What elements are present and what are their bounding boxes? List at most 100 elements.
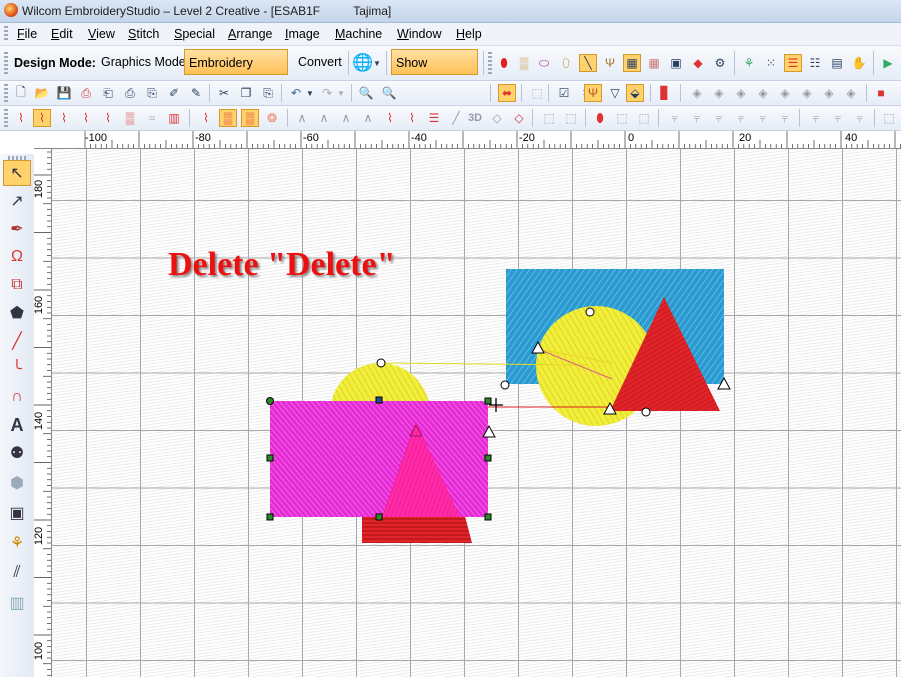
break-icon[interactable]: ◈ (776, 84, 794, 102)
checkbox-icon[interactable]: ☑ (555, 84, 573, 102)
grid-icon[interactable]: ▦ (623, 54, 641, 72)
select-node-icon[interactable]: ⬚ (540, 109, 558, 127)
outline-oval-icon[interactable]: ⬭ (535, 54, 553, 72)
run-icon[interactable]: ⌇ (197, 109, 215, 127)
line-icon[interactable]: ╱ (3, 328, 31, 354)
toolbar-grip[interactable] (4, 84, 8, 102)
more-icon[interactable]: ⬚ (880, 109, 898, 127)
zoom-icon[interactable]: 🔍 (380, 84, 398, 102)
weld-icon[interactable]: ◈ (688, 84, 706, 102)
redo-icon[interactable]: ↷ (318, 84, 336, 102)
frame-icon[interactable]: ▣ (3, 500, 31, 526)
menu-grip[interactable] (4, 26, 8, 42)
monogram-icon[interactable]: ⬢ (3, 470, 31, 496)
toolbar-grip[interactable] (488, 52, 492, 74)
copy-stitch-icon[interactable]: ⬚ (635, 109, 653, 127)
show-graphics-button[interactable]: Show Graphics (391, 49, 478, 96)
fill-select-icon[interactable]: ⌇ (33, 109, 51, 127)
intersect-icon[interactable]: ◈ (732, 84, 750, 102)
machine-icon[interactable]: ⚙ (711, 54, 729, 72)
save-icon[interactable]: 💾 (55, 84, 73, 102)
size-icon[interactable]: ⫧ (851, 109, 869, 127)
chevron-down-icon[interactable]: ▼ (305, 84, 315, 102)
behind-icon[interactable]: ◈ (842, 84, 860, 102)
menu-view[interactable]: View (88, 27, 115, 41)
lattice-icon[interactable]: ╱ (447, 109, 465, 127)
menu-window[interactable]: Window (397, 27, 441, 41)
menu-image[interactable]: Image (285, 27, 320, 41)
copy-style-icon[interactable]: ✐ (165, 84, 183, 102)
fill-pattern-icon[interactable]: ▒ (515, 54, 533, 72)
combine-icon[interactable]: ◈ (754, 84, 772, 102)
stitch-angle-icon[interactable]: ⬚ (613, 109, 631, 127)
zigzag-icon[interactable]: ⌇ (99, 109, 117, 127)
cross-stitch-icon[interactable]: ⌇ (381, 109, 399, 127)
distribute-icon[interactable]: ⫧ (807, 109, 825, 127)
print-preview-icon[interactable]: ⎙ (77, 84, 95, 102)
node-select-icon[interactable]: ⬙ (626, 84, 644, 102)
step-fill-icon[interactable]: ▒ (241, 109, 259, 127)
paste-icon[interactable]: ⎘ (259, 84, 277, 102)
sweep-icon[interactable]: ∧ (315, 109, 333, 127)
text-icon[interactable]: A (3, 412, 31, 438)
align-icon[interactable]: ▥ (3, 590, 31, 616)
color-block-icon[interactable]: ▊ (656, 84, 674, 102)
lasso-icon[interactable]: ⧉ (3, 272, 31, 298)
tatami-icon[interactable]: ▒ (121, 109, 139, 127)
menu-arrange[interactable]: Arrange (228, 27, 272, 41)
stitch-preview-icon[interactable]: ⎗ (99, 84, 117, 102)
stipple-icon[interactable]: ⌇ (403, 109, 421, 127)
export-icon[interactable]: ⎘ (143, 84, 161, 102)
menu-special[interactable]: Special (174, 27, 215, 41)
radial-fill-icon[interactable]: ❂ (263, 109, 281, 127)
remove-overlap-icon[interactable]: ◈ (798, 84, 816, 102)
complex-fill-icon[interactable]: ▒ (219, 109, 237, 127)
select-icon[interactable]: ↖ (3, 160, 31, 186)
graphics-mode-button[interactable]: Graphics Mode (97, 49, 190, 75)
align-middle-icon[interactable]: ⫧ (754, 109, 772, 127)
paint-icon[interactable]: ✎ (187, 84, 205, 102)
fill-icon[interactable]: ⌇ (55, 109, 73, 127)
emboss-icon[interactable]: ◇ (488, 109, 506, 127)
spiral-icon[interactable]: ∧ (293, 109, 311, 127)
chevron-down-icon[interactable]: ▼ (372, 54, 382, 72)
lines-icon[interactable]: ☰ (425, 109, 443, 127)
satin-icon[interactable]: ⌇ (12, 109, 30, 127)
arrow-icon[interactable]: ▶ (879, 54, 897, 72)
palette-icon[interactable]: ◆ (689, 54, 707, 72)
print-icon[interactable]: ⎙ (121, 84, 139, 102)
split-icon[interactable]: ⬚ (562, 109, 580, 127)
open-icon[interactable]: 📂 (33, 84, 51, 102)
color-list-icon[interactable]: ☰ (784, 54, 802, 72)
contour-icon[interactable]: ≈ (143, 109, 161, 127)
design-canvas[interactable]: Delete "Delete" (52, 149, 901, 677)
embroidery-mode-button[interactable]: Embroidery Mode (184, 49, 288, 96)
funnel-icon[interactable]: ▽ (606, 84, 624, 102)
toolbar-grip[interactable] (4, 52, 8, 74)
magenta-rectangle[interactable] (270, 401, 488, 517)
tree-icon[interactable]: ⚘ (3, 530, 31, 556)
space-icon[interactable]: ⫧ (829, 109, 847, 127)
stitch-icon[interactable]: Ω (3, 244, 31, 270)
menu-stitch[interactable]: Stitch (128, 27, 159, 41)
arc-icon[interactable]: ∩ (3, 384, 31, 410)
globe-icon[interactable]: 🌐 (352, 53, 373, 72)
group-icon[interactable]: ■ (872, 84, 890, 102)
menu-edit[interactable]: Edit (51, 27, 73, 41)
align-right-icon[interactable]: ⫧ (710, 109, 728, 127)
toolbar-grip[interactable] (4, 109, 8, 127)
cut-icon[interactable]: ✂ (215, 84, 233, 102)
trim-icon[interactable]: ◈ (710, 84, 728, 102)
convert-button[interactable]: Convert (294, 49, 346, 75)
motif-icon[interactable]: ▥ (165, 109, 183, 127)
chevron-down-icon[interactable]: ▼ (336, 84, 346, 102)
picture-icon[interactable]: ▣ (667, 54, 685, 72)
people-icon[interactable]: ☷ (806, 54, 824, 72)
curve-node-icon[interactable]: ╲ (579, 54, 597, 72)
align-center-icon[interactable]: ⫧ (688, 109, 706, 127)
align-bottom-icon[interactable]: ⫧ (776, 109, 794, 127)
menu-help[interactable]: Help (456, 27, 482, 41)
frame-icon[interactable]: ⬚ (528, 84, 546, 102)
menu-file[interactable]: File (17, 27, 37, 41)
new-icon[interactable]: 🗋 (12, 84, 30, 102)
